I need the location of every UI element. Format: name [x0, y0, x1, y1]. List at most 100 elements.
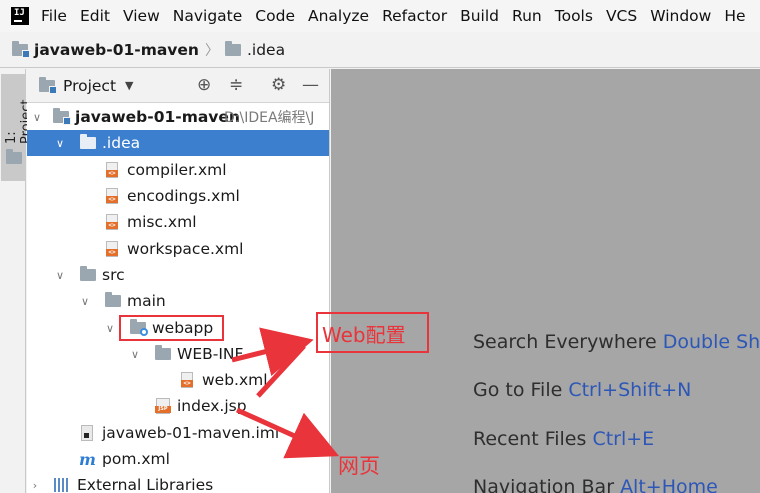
hint-shortcut: Ctrl+Shift+N [568, 379, 692, 401]
tree-label-pom: pom.xml [102, 450, 170, 468]
project-panel: Project ▼ ⊕ ≑ ⚙ — ∨ javaweb-01-maven D:\… [27, 69, 330, 493]
hint-label: Go to File [473, 379, 563, 401]
intellij-logo-icon: IJ [8, 4, 32, 28]
left-tool-strip: 1: Project [0, 69, 34, 493]
hint-label: Navigation Bar [473, 476, 615, 493]
xml-file-icon [106, 214, 118, 230]
hint-shortcut: Ctrl+E [592, 428, 655, 450]
hint-navigation-bar: Navigation Bar Alt+Home [473, 476, 718, 493]
folder-icon [6, 149, 22, 164]
tree-label-indexjsp: index.jsp [177, 397, 247, 415]
tree-row-webinf[interactable]: ∨ WEB-INF [27, 341, 329, 367]
hint-label: Search Everywhere [473, 331, 657, 353]
xml-file-icon [106, 241, 118, 257]
chevron-down-icon[interactable]: ∨ [31, 111, 43, 124]
chevron-down-icon[interactable]: ∨ [79, 295, 91, 308]
tree-row-libs[interactable]: › External Libraries [27, 472, 329, 493]
chevron-down-icon[interactable]: ▼ [125, 79, 133, 92]
locate-target-icon[interactable]: ⊕ [197, 77, 211, 94]
gear-icon[interactable]: ⚙ [271, 77, 286, 94]
tree-row-pom[interactable]: m pom.xml [27, 446, 329, 472]
chevron-down-icon[interactable]: ∨ [54, 137, 66, 150]
folder-icon [80, 134, 96, 149]
menu-refactor[interactable]: Refactor [382, 7, 447, 25]
tree-row-root[interactable]: ∨ javaweb-01-maven D:\IDEA编程\J [27, 104, 329, 130]
project-panel-header: Project ▼ ⊕ ≑ ⚙ — [27, 69, 329, 103]
webapp-highlight-box [119, 315, 224, 341]
panel-title[interactable]: Project [63, 77, 116, 95]
tree-row-webxml[interactable]: web.xml [27, 367, 329, 393]
tree-row-indexjsp[interactable]: index.jsp [27, 393, 329, 419]
iml-file-icon [81, 425, 93, 441]
menu-bar: IJ File Edit View Navigate Code Analyze … [0, 0, 760, 32]
menu-navigate[interactable]: Navigate [173, 7, 243, 25]
tree-row-compiler[interactable]: compiler.xml [27, 157, 329, 183]
annotation-web-page: 网页 [338, 454, 380, 478]
hint-go-to-file: Go to File Ctrl+Shift+N [473, 379, 691, 401]
chevron-down-icon[interactable]: ∨ [129, 348, 141, 361]
xml-file-icon [106, 188, 118, 204]
hint-shortcut: Double Shi [662, 331, 760, 353]
hint-recent-files: Recent Files Ctrl+E [473, 428, 654, 450]
tree-row-misc[interactable]: misc.xml [27, 209, 329, 235]
tree-label-src: src [102, 266, 125, 284]
breadcrumb-folder[interactable]: .idea [247, 41, 285, 59]
menu-code[interactable]: Code [255, 7, 295, 25]
hint-search-everywhere: Search Everywhere Double Shi [473, 331, 760, 353]
menu-window[interactable]: Window [650, 7, 711, 25]
tree-label-misc: misc.xml [127, 213, 197, 231]
tree-row-main[interactable]: ∨ main [27, 288, 329, 314]
menu-run[interactable]: Run [512, 7, 542, 25]
tree-root-path: D:\IDEA编程\J [224, 110, 315, 126]
tree-row-encodings[interactable]: encodings.xml [27, 183, 329, 209]
menu-help[interactable]: He [724, 7, 745, 25]
editor-empty-area[interactable]: Search Everywhere Double Shi Go to File … [331, 69, 760, 493]
tree-row-src[interactable]: ∨ src [27, 262, 329, 288]
module-folder-icon [53, 108, 71, 125]
tree-label-idea: .idea [102, 134, 141, 152]
tree-label-iml: javaweb-01-maven.iml [102, 424, 280, 442]
tree-label-libs: External Libraries [77, 476, 214, 493]
tree-label-encodings: encodings.xml [127, 187, 240, 205]
breadcrumb: javaweb-01-maven 〉 .idea [0, 32, 760, 68]
chevron-down-icon[interactable]: ∨ [104, 322, 116, 335]
folder-icon [80, 266, 96, 281]
tree-row-idea[interactable]: ∨ .idea [27, 130, 329, 156]
project-tool-tab[interactable]: 1: Project [1, 74, 34, 181]
folder-icon [105, 292, 121, 307]
project-view-icon [39, 76, 57, 94]
menu-edit[interactable]: Edit [80, 7, 110, 25]
tree-label-webxml: web.xml [202, 371, 268, 389]
folder-icon [155, 345, 171, 360]
breadcrumb-separator-icon: 〉 [204, 42, 219, 59]
tree-row-workspace[interactable]: workspace.xml [27, 236, 329, 262]
chevron-down-icon[interactable]: ∨ [54, 269, 66, 282]
maven-icon: m [79, 449, 96, 469]
tree-row-iml[interactable]: javaweb-01-maven.iml [27, 420, 329, 446]
xml-file-icon [106, 162, 118, 178]
jsp-file-icon [155, 398, 171, 414]
minimize-icon[interactable]: — [302, 77, 319, 94]
menu-vcs[interactable]: VCS [606, 7, 637, 25]
tree-label-compiler: compiler.xml [127, 161, 227, 179]
menu-analyze[interactable]: Analyze [308, 7, 369, 25]
menu-view[interactable]: View [123, 7, 160, 25]
chevron-right-icon[interactable]: › [29, 479, 41, 492]
hint-label: Recent Files [473, 428, 587, 450]
breadcrumb-project[interactable]: javaweb-01-maven [34, 41, 199, 59]
annotation-web-config: Web配置 [316, 312, 429, 353]
menu-build[interactable]: Build [460, 7, 499, 25]
folder-icon [224, 40, 241, 56]
tree-label-workspace: workspace.xml [127, 240, 244, 258]
tree-label-root: javaweb-01-maven [75, 108, 240, 126]
web-xml-file-icon [181, 372, 193, 388]
menu-tools[interactable]: Tools [555, 7, 593, 25]
collapse-all-icon[interactable]: ≑ [229, 77, 243, 94]
menu-file[interactable]: File [41, 7, 67, 25]
tree-label-main: main [127, 292, 166, 310]
project-tool-label: 1: Project [4, 100, 34, 144]
tree-label-webinf: WEB-INF [177, 345, 244, 363]
module-folder-icon [12, 40, 30, 58]
hint-shortcut: Alt+Home [620, 476, 718, 493]
library-icon [54, 478, 70, 492]
